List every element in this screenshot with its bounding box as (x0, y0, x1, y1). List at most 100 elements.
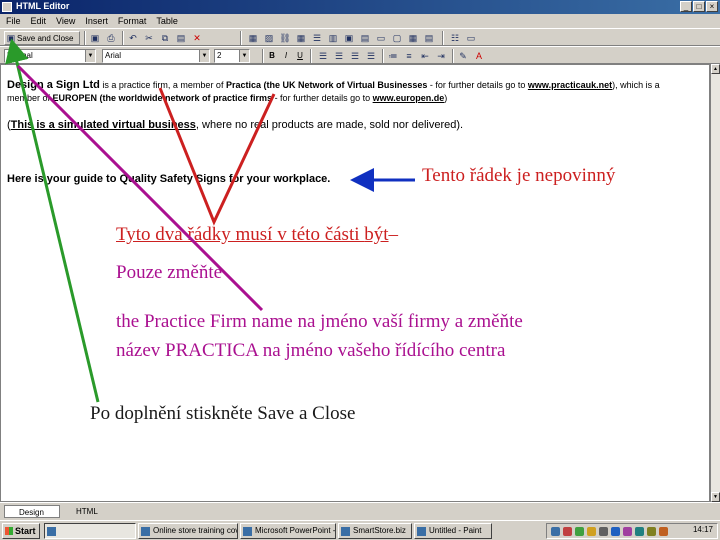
display-icon[interactable] (611, 527, 620, 536)
europen-link[interactable]: www.europen.de (373, 93, 445, 103)
menu-format[interactable]: Format (118, 14, 147, 28)
image-icon: ▨ (264, 33, 274, 43)
outdent-button[interactable]: ⇤ (418, 49, 432, 63)
indent-icon: ⇥ (437, 51, 445, 61)
align-left-icon: ☰ (318, 51, 328, 61)
font-color-button[interactable]: A (472, 49, 486, 63)
taskbar-item-editor[interactable] (44, 523, 136, 539)
table-button[interactable]: ▦ (246, 31, 260, 45)
tray-app-icon[interactable] (647, 527, 656, 536)
volume-icon[interactable] (599, 527, 608, 536)
align-right-button[interactable]: ☰ (348, 49, 362, 63)
table-icon: ▦ (248, 33, 258, 43)
menu-insert[interactable]: Insert (85, 14, 108, 28)
tray-app-icon[interactable] (635, 527, 644, 536)
font-select[interactable]: Arial ▼ (102, 49, 210, 63)
toolbar-separator (310, 49, 312, 63)
undo-button[interactable]: ↶ (126, 31, 140, 45)
align-left-button[interactable]: ☰ (316, 49, 330, 63)
tray-app-icon[interactable] (623, 527, 632, 536)
vertical-scrollbar[interactable]: ▲ ▼ (710, 64, 720, 502)
delete-button[interactable]: ✕ (190, 31, 204, 45)
delete-row-icon: ▭ (376, 33, 386, 43)
delete-row-button[interactable]: ▭ (374, 31, 388, 45)
toolbar-separator (122, 31, 124, 45)
italic-button[interactable]: I (280, 49, 292, 63)
cut-button[interactable]: ✂ (142, 31, 156, 45)
highlight-button[interactable]: ✎ (456, 49, 470, 63)
style-select[interactable]: Normal ▼ (4, 49, 96, 63)
print-button[interactable]: ⎙ (104, 31, 118, 45)
indent-button[interactable]: ⇥ (434, 49, 448, 63)
taskbar-item-smartstore[interactable]: SmartStore.biz (338, 523, 412, 539)
doc-paragraph-1: Design a Sign Ltd is a practice firm, a … (7, 79, 660, 91)
taskbar: Start Online store training cov Microsof… (0, 520, 720, 540)
antivirus-icon[interactable] (563, 527, 572, 536)
maximize-button[interactable]: □ (693, 1, 705, 12)
update-icon[interactable] (575, 527, 584, 536)
paste-icon: ▤ (176, 33, 186, 43)
formatting-toolbar: Normal ▼ Arial ▼ 2 ▼ B I U ☰ ☰ ☰ ☰ ≔ ≡ ⇤… (0, 46, 720, 64)
start-button[interactable]: Start (2, 523, 40, 539)
toolbar-separator (262, 49, 264, 63)
merge-cells-button[interactable]: ▣ (342, 31, 356, 45)
chevron-down-icon[interactable]: ▼ (85, 50, 95, 62)
menu-file[interactable]: File (6, 14, 21, 28)
cell-icon: ▢ (392, 33, 402, 43)
link-button[interactable]: ⛓ (278, 31, 292, 45)
menu-view[interactable]: View (56, 14, 75, 28)
image-button[interactable]: ▨ (262, 31, 276, 45)
close-button[interactable]: × (706, 1, 718, 12)
taskbar-item-paint[interactable]: Untitled - Paint (414, 523, 492, 539)
save-button[interactable]: ▣ (88, 31, 102, 45)
menu-table[interactable]: Table (156, 14, 178, 28)
taskbar-item-powerpoint[interactable]: Microsoft PowerPoint - ... (240, 523, 336, 539)
save-and-close-button[interactable]: ▣ Save and Close (4, 31, 80, 45)
save-and-close-label: Save and Close (17, 34, 74, 43)
minimize-button[interactable]: _ (680, 1, 692, 12)
split-icon: ▤ (360, 33, 370, 43)
size-select[interactable]: 2 ▼ (214, 49, 250, 63)
cell-props-button[interactable]: ▢ (390, 31, 404, 45)
messenger-icon[interactable] (587, 527, 596, 536)
insert-row-button[interactable]: ☰ (310, 31, 324, 45)
editor-document[interactable]: Design a Sign Ltd is a practice firm, a … (0, 64, 710, 502)
taskbar-item-online-store[interactable]: Online store training cov (138, 523, 238, 539)
justify-button[interactable]: ☰ (364, 49, 378, 63)
menu-edit[interactable]: Edit (31, 14, 47, 28)
doc-text: member of (7, 93, 53, 103)
scroll-down-icon[interactable]: ▼ (711, 492, 720, 502)
insert-column-button[interactable]: ▥ (326, 31, 340, 45)
align-center-button[interactable]: ☰ (332, 49, 346, 63)
tab-html[interactable]: HTML (62, 505, 112, 518)
toolbar-separator (240, 31, 242, 45)
practica-link[interactable]: www.practicauk.net (528, 80, 612, 90)
scroll-up-icon[interactable]: ▲ (711, 64, 720, 74)
bullet-list-icon: ≡ (406, 51, 412, 61)
window-title: HTML Editor (16, 1, 70, 11)
preview-button[interactable]: ▭ (464, 31, 478, 45)
numbered-list-icon: ≔ (388, 51, 398, 61)
numbered-list-button[interactable]: ≔ (386, 49, 400, 63)
bold-button[interactable]: B (266, 49, 278, 63)
paste-button[interactable]: ▤ (174, 31, 188, 45)
split-cells-button[interactable]: ▤ (358, 31, 372, 45)
tab-design[interactable]: Design (4, 505, 60, 518)
standard-toolbar: ▣ Save and Close ▣ ⎙ ↶ ✂ ⧉ ▤ ✕ ▦ ▨ ⛓ ▦ ☰ … (0, 28, 720, 46)
form-button[interactable]: ▤ (422, 31, 436, 45)
properties-button[interactable]: ☷ (448, 31, 462, 45)
copy-button[interactable]: ⧉ (158, 31, 172, 45)
tray-app-icon[interactable] (659, 527, 668, 536)
bullet-list-button[interactable]: ≡ (402, 49, 416, 63)
font-color-icon: A (475, 51, 482, 61)
clock[interactable]: 14:17 (693, 525, 713, 534)
network-icon[interactable] (551, 527, 560, 536)
insert-table-button[interactable]: ▦ (294, 31, 308, 45)
table-props-button[interactable]: ▦ (406, 31, 420, 45)
font-select-value: Arial (105, 51, 122, 60)
only-change-note: Pouze změňte (116, 262, 223, 283)
chevron-down-icon[interactable]: ▼ (199, 50, 209, 62)
underline-button[interactable]: U (294, 49, 306, 63)
toolbar-separator (382, 49, 384, 63)
chevron-down-icon[interactable]: ▼ (239, 50, 249, 62)
